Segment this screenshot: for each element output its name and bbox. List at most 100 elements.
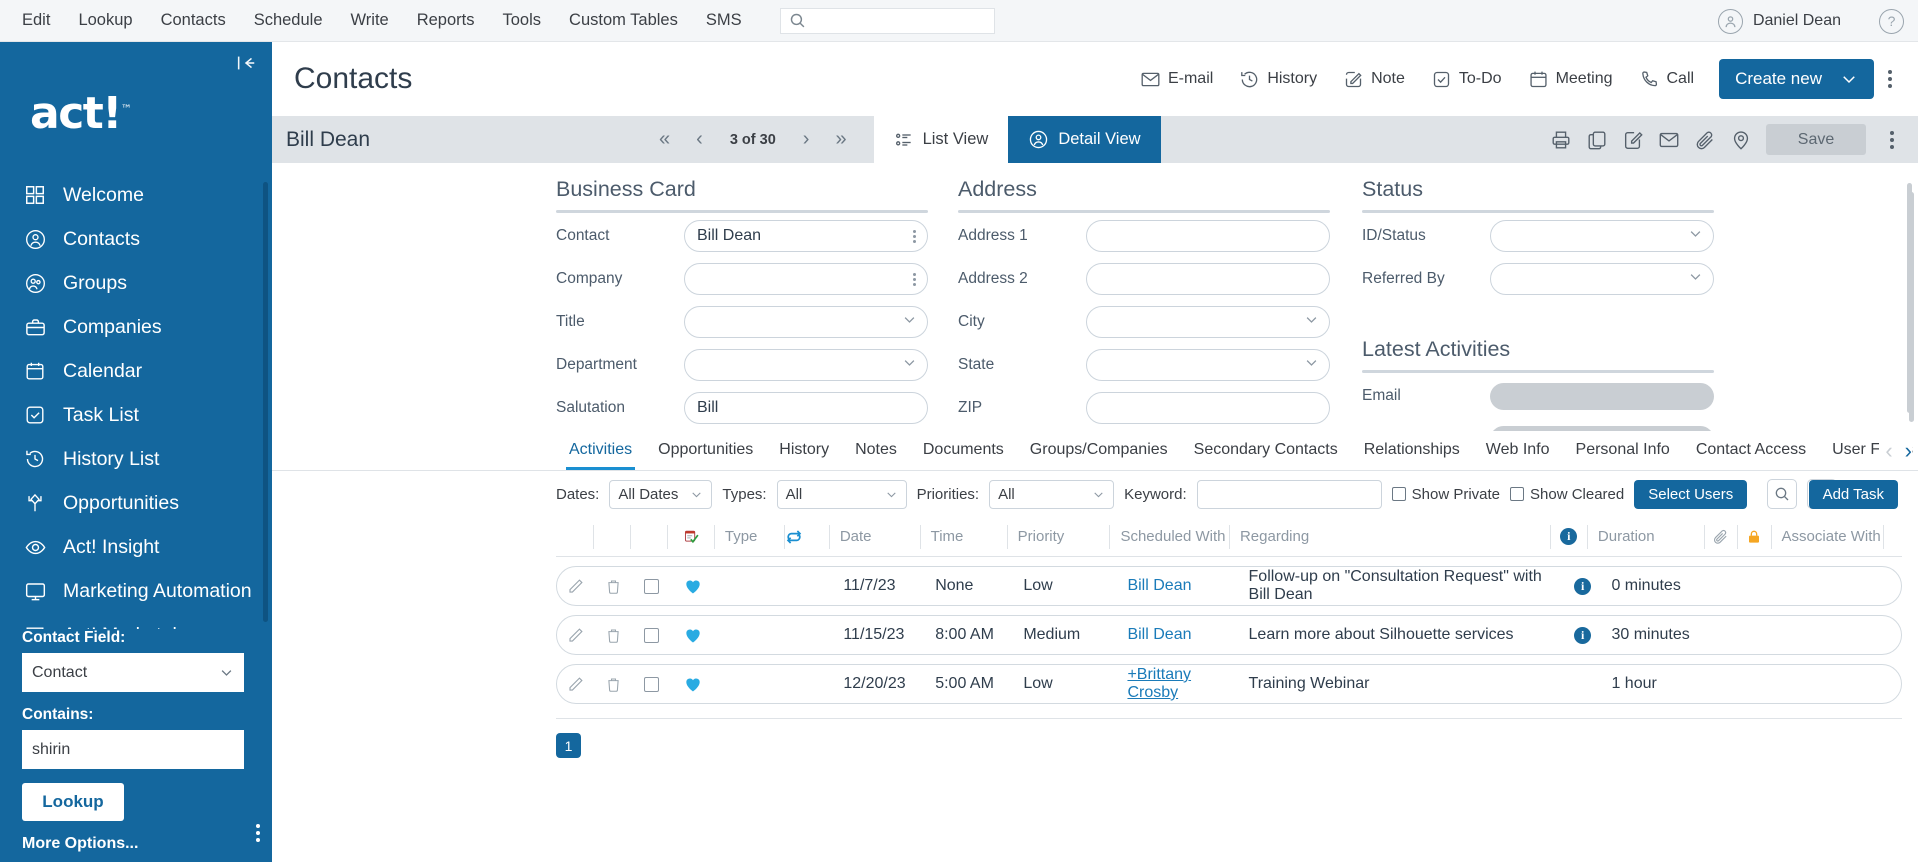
map-pin-icon[interactable]: [1730, 129, 1752, 151]
tab-relationships[interactable]: Relationships: [1351, 441, 1473, 470]
sidebar-item-opportunities[interactable]: Opportunities: [0, 481, 272, 525]
table-row[interactable]: 11/7/23 None Low Bill Dean Follow-up on …: [556, 566, 1902, 606]
sidebar-item-history-list[interactable]: History List: [0, 437, 272, 481]
more-options-link[interactable]: More Options...: [22, 835, 250, 853]
tab-web-info[interactable]: Web Info: [1473, 441, 1563, 470]
tab-documents[interactable]: Documents: [910, 441, 1017, 470]
save-button[interactable]: Save: [1766, 124, 1866, 155]
tab-activities[interactable]: Activities: [556, 441, 645, 470]
sidebar-item-welcome[interactable]: Welcome: [0, 173, 272, 217]
dates-filter-select[interactable]: All Dates: [609, 479, 713, 509]
th-date[interactable]: Date: [828, 524, 920, 549]
row-scheduled-with[interactable]: Bill Dean: [1117, 566, 1238, 606]
title-select[interactable]: [684, 306, 928, 338]
row-scheduled-with[interactable]: Bill Dean: [1117, 615, 1238, 655]
th-priority[interactable]: Priority: [1006, 524, 1110, 549]
first-record-button[interactable]: «: [650, 126, 679, 153]
help-icon[interactable]: ?: [1879, 8, 1904, 34]
note-action-button[interactable]: Note: [1332, 62, 1416, 97]
th-type[interactable]: Type: [713, 524, 784, 549]
th-attachment-icon[interactable]: [1703, 524, 1737, 549]
tabs-scroll-right-button[interactable]: ›: [1905, 440, 1912, 462]
tab-list-view[interactable]: List View: [873, 116, 1009, 163]
state-select[interactable]: [1086, 349, 1330, 381]
th-associate-with[interactable]: Associate With: [1770, 524, 1883, 549]
th-info-icon[interactable]: i: [1549, 524, 1587, 549]
sidebar-scrollbar[interactable]: [263, 182, 268, 622]
row-select-checkbox[interactable]: [632, 566, 670, 606]
row-delete-button[interactable]: [595, 566, 633, 606]
tab-opportunities[interactable]: Opportunities: [645, 441, 766, 470]
show-cleared-checkbox[interactable]: Show Cleared: [1510, 486, 1624, 503]
row-delete-button[interactable]: [595, 664, 633, 704]
envelope-icon[interactable]: [1658, 129, 1680, 151]
contact-field-select[interactable]: Contact: [22, 653, 244, 692]
tab-history[interactable]: History: [766, 441, 842, 470]
sidebar-item-contacts[interactable]: Contacts: [0, 217, 272, 261]
edit-doc-icon[interactable]: [1622, 129, 1644, 151]
meeting-action-button[interactable]: Meeting: [1517, 62, 1624, 97]
tabs-scroll-left-button[interactable]: ‹: [1885, 440, 1892, 462]
attachment-icon[interactable]: [1694, 129, 1716, 151]
menu-item-custom-tables[interactable]: Custom Tables: [555, 5, 692, 36]
lookup-options-kebab[interactable]: [256, 824, 260, 842]
page-1-button[interactable]: 1: [556, 733, 581, 758]
sidebar-item-groups[interactable]: Groups: [0, 261, 272, 305]
sidebar-item-task-list[interactable]: Task List: [0, 393, 272, 437]
row-edit-button[interactable]: [557, 615, 595, 655]
th-regarding[interactable]: Regarding: [1228, 524, 1550, 549]
field-options-icon[interactable]: [913, 229, 916, 243]
page-overflow-menu[interactable]: [1878, 70, 1902, 88]
search-input[interactable]: [811, 11, 986, 30]
menu-item-reports[interactable]: Reports: [403, 5, 489, 36]
menu-item-contacts[interactable]: Contacts: [147, 5, 240, 36]
zip-input[interactable]: [1086, 392, 1330, 424]
table-row[interactable]: 11/15/23 8:00 AM Medium Bill Dean Learn …: [556, 615, 1902, 655]
row-scheduled-with[interactable]: +Brittany Crosby: [1117, 664, 1238, 704]
menu-item-sms[interactable]: SMS: [692, 5, 756, 36]
create-new-button[interactable]: Create new: [1719, 59, 1874, 99]
copy-icon[interactable]: [1586, 129, 1608, 151]
city-select[interactable]: [1086, 306, 1330, 338]
tab-detail-view[interactable]: Detail View: [1008, 116, 1161, 163]
department-select[interactable]: [684, 349, 928, 381]
address2-input[interactable]: [1086, 263, 1330, 295]
tab-groups-companies[interactable]: Groups/Companies: [1017, 441, 1181, 470]
th-duration[interactable]: Duration: [1586, 524, 1704, 549]
field-options-icon[interactable]: [913, 272, 916, 286]
row-edit-button[interactable]: [557, 566, 595, 606]
previous-record-button[interactable]: ‹: [687, 126, 712, 153]
email-action-button[interactable]: E-mail: [1129, 62, 1224, 97]
menu-item-lookup[interactable]: Lookup: [64, 5, 146, 36]
address1-input[interactable]: [1086, 220, 1330, 252]
lookup-button[interactable]: Lookup: [22, 783, 124, 821]
row-select-checkbox[interactable]: [632, 664, 670, 704]
row-edit-button[interactable]: [557, 664, 595, 704]
th-recurring-icon[interactable]: [784, 524, 829, 549]
tab-notes[interactable]: Notes: [842, 441, 910, 470]
company-input[interactable]: [684, 263, 928, 295]
contains-input[interactable]: [22, 730, 244, 769]
global-search[interactable]: [779, 7, 995, 34]
collapse-sidebar-button[interactable]: [234, 52, 258, 79]
th-calendar-check-icon[interactable]: [667, 524, 713, 549]
history-action-button[interactable]: History: [1228, 62, 1328, 97]
show-private-checkbox[interactable]: Show Private: [1391, 486, 1500, 503]
sidebar-item-marketing-automation[interactable]: Marketing Automation: [0, 569, 272, 613]
th-scheduled-with[interactable]: Scheduled With: [1109, 524, 1229, 549]
sidebar-item-calendar[interactable]: Calendar: [0, 349, 272, 393]
record-overflow-menu[interactable]: [1880, 130, 1904, 149]
last-record-button[interactable]: »: [826, 126, 855, 153]
row-delete-button[interactable]: [595, 615, 633, 655]
call-action-button[interactable]: Call: [1628, 62, 1706, 97]
menu-item-tools[interactable]: Tools: [489, 5, 556, 36]
add-task-button[interactable]: Add Task: [1808, 479, 1898, 509]
row-select-checkbox[interactable]: [632, 615, 670, 655]
search-activities-button[interactable]: [1767, 479, 1798, 509]
select-users-button[interactable]: Select Users: [1634, 479, 1748, 509]
keyword-filter-input[interactable]: [1196, 479, 1382, 509]
th-lock-icon[interactable]: [1737, 524, 1770, 549]
salutation-input[interactable]: Bill: [684, 392, 928, 424]
th-time[interactable]: Time: [919, 524, 1007, 549]
sidebar-item-act-insight[interactable]: Act! Insight: [0, 525, 272, 569]
